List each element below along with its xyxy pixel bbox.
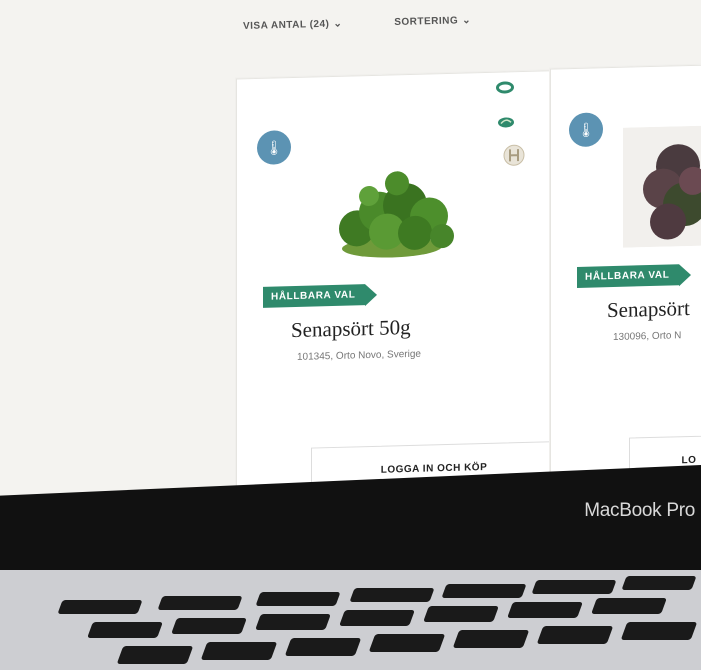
keyboard-key bbox=[171, 618, 247, 634]
origin-label-icon bbox=[503, 144, 525, 166]
keyboard-key bbox=[620, 622, 698, 640]
keyboard-key bbox=[339, 610, 415, 626]
sustainable-choice-tag: HÅLLBARA VAL bbox=[577, 264, 680, 288]
keyboard-key bbox=[87, 622, 163, 638]
product-details: 101345, Orto Novo, Sverige bbox=[297, 348, 421, 363]
sort-dropdown[interactable]: SORTERING ⌄ bbox=[394, 15, 471, 28]
keyboard-key bbox=[368, 634, 446, 652]
cold-storage-icon: 🌡 bbox=[257, 130, 291, 165]
sustainable-choice-tag: HÅLLBARA VAL bbox=[263, 284, 366, 308]
keyboard-key bbox=[452, 630, 530, 648]
keyboard-key bbox=[441, 584, 527, 598]
keyboard-key bbox=[349, 588, 435, 602]
browser-screen: VISA ANTAL (24) ⌄ SORTERING ⌄ 🌡 HÅLLBARA… bbox=[0, 0, 701, 500]
chevron-down-icon: ⌄ bbox=[333, 18, 343, 30]
keyboard-key bbox=[157, 596, 243, 610]
eco-label-icon bbox=[496, 81, 514, 94]
product-card[interactable]: 🌡 HÅLLBARA VAL Senapsört 130096, Orto N … bbox=[550, 63, 701, 498]
keyboard-key bbox=[507, 602, 583, 618]
keyboard-key bbox=[621, 576, 697, 590]
cold-storage-icon: 🌡 bbox=[569, 112, 603, 148]
keyboard-key bbox=[116, 646, 194, 664]
chevron-down-icon: ⌄ bbox=[462, 15, 472, 27]
product-details: 130096, Orto N bbox=[613, 330, 682, 343]
keyboard-key bbox=[255, 614, 331, 630]
show-count-dropdown[interactable]: VISA ANTAL (24) ⌄ bbox=[243, 18, 343, 32]
product-name[interactable]: Senapsört bbox=[607, 296, 690, 323]
show-count-label: VISA ANTAL (24) bbox=[242, 18, 330, 32]
keyboard-key bbox=[591, 598, 667, 614]
product-image[interactable] bbox=[623, 125, 701, 248]
product-image[interactable] bbox=[317, 163, 467, 262]
keyboard-key bbox=[423, 606, 499, 622]
product-card[interactable]: 🌡 HÅLLBARA VAL Senapsört 50g 101345, Ort… bbox=[236, 69, 582, 500]
organic-leaf-icon bbox=[498, 117, 514, 128]
sort-label: SORTERING bbox=[394, 15, 459, 29]
keyboard-key bbox=[57, 600, 143, 614]
keyboard-key bbox=[531, 580, 617, 594]
keyboard-key bbox=[200, 642, 278, 660]
laptop-keyboard bbox=[0, 570, 701, 670]
product-name[interactable]: Senapsört 50g bbox=[291, 315, 411, 343]
keyboard-key bbox=[255, 592, 341, 606]
keyboard-key bbox=[536, 626, 614, 644]
listing-toolbar: VISA ANTAL (24) ⌄ SORTERING ⌄ bbox=[243, 15, 471, 32]
keyboard-key bbox=[284, 638, 362, 656]
laptop-brand-label: MacBook Pro bbox=[584, 500, 695, 521]
